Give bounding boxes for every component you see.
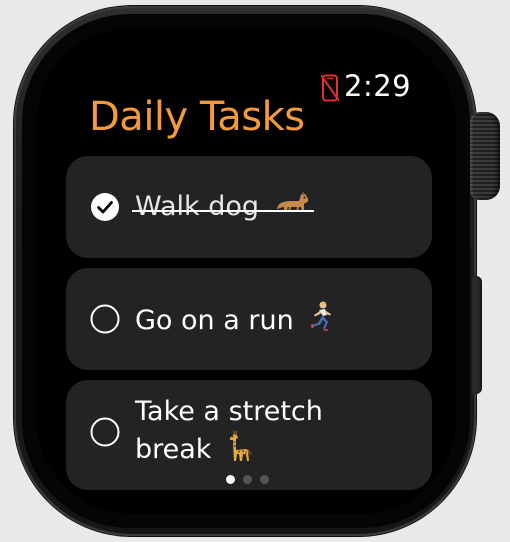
page-dot-3 — [260, 475, 269, 484]
checkmark-circle-icon[interactable] — [90, 192, 120, 222]
status-bar: 2:29 — [36, 28, 456, 103]
task-label: Walk dog — [132, 189, 314, 225]
task-label: Go on a run — [135, 301, 334, 339]
task-label: Take a stretch break — [135, 394, 395, 468]
watch-screen: 2:29 Daily Tasks Walk dog Go on a run Ta… — [36, 28, 456, 514]
empty-circle-icon[interactable] — [90, 304, 120, 334]
apple-watch: 2:29 Daily Tasks Walk dog Go on a run Ta… — [0, 0, 510, 542]
task-label-wrapper: Walk dog — [132, 191, 314, 222]
page-title: Daily Tasks — [89, 94, 305, 140]
empty-circle-icon[interactable] — [90, 417, 120, 447]
dog-emoji — [276, 191, 308, 212]
digital-crown[interactable] — [470, 112, 500, 200]
giraffe-emoji — [230, 430, 252, 461]
page-dot-2 — [243, 475, 252, 484]
task-row-walk-dog[interactable]: Walk dog — [66, 156, 432, 258]
task-row-take-a-stretch-break[interactable]: Take a stretch break — [66, 380, 432, 490]
clock-time: 2:29 — [344, 69, 412, 103]
side-button[interactable] — [472, 276, 482, 394]
iphone-disconnected-icon — [321, 74, 339, 102]
task-text: Go on a run — [135, 305, 294, 336]
task-row-go-on-a-run[interactable]: Go on a run — [66, 268, 432, 370]
runner-emoji — [311, 301, 332, 331]
strikethrough-line — [132, 210, 314, 212]
task-text: Walk dog — [135, 191, 260, 222]
page-dot-1 — [226, 475, 235, 484]
